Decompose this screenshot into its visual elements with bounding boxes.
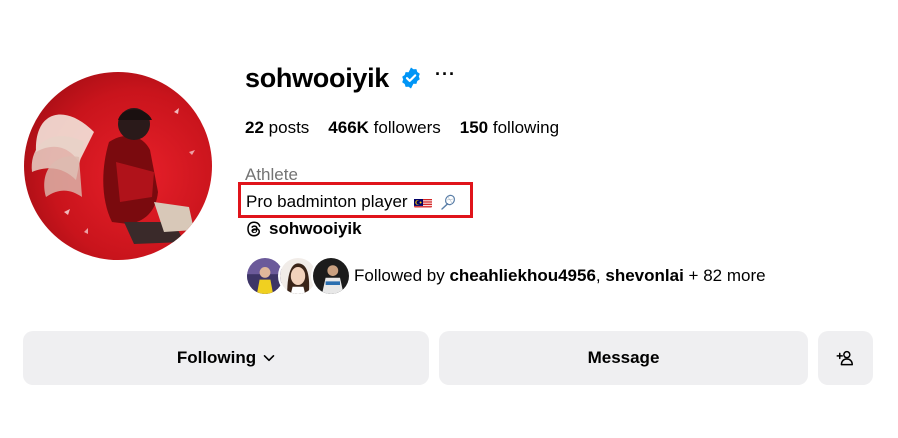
profile-page: sohwooiyik ··· 22 posts 466K followers 1… <box>0 0 898 438</box>
mutual-follower-2[interactable]: shevonlai <box>605 266 683 285</box>
suggested-accounts-button[interactable] <box>818 331 873 385</box>
profile-stats: 22 posts 466K followers 150 following <box>245 118 578 138</box>
more-options-icon[interactable]: ··· <box>435 65 456 91</box>
threads-logo-icon <box>247 221 261 237</box>
followers-label: followers <box>373 118 441 137</box>
followers-stat[interactable]: 466K followers <box>328 118 440 138</box>
followed-by-more: + 82 more <box>688 266 766 285</box>
posts-label: posts <box>268 118 310 137</box>
avatar-illustration <box>31 108 195 244</box>
mutual-followers-avatars <box>245 256 351 296</box>
bio-text: Pro badminton player <box>246 192 408 211</box>
username-row: sohwooiyik ··· <box>245 58 456 98</box>
malaysia-flag-icon <box>413 196 432 208</box>
chevron-down-icon <box>263 355 275 362</box>
mutual-follower-avatar <box>311 256 351 296</box>
username: sohwooiyik <box>245 62 390 93</box>
followers-count: 466K <box>328 118 369 137</box>
followed-by-text: Followed by cheahliekhou4956, shevonlai … <box>354 266 766 286</box>
verified-badge-icon <box>399 66 423 90</box>
add-person-icon <box>836 350 853 366</box>
badminton-racket-icon <box>440 194 456 210</box>
following-button[interactable]: Following <box>23 331 429 385</box>
profile-bio: Pro badminton player <box>246 192 456 212</box>
followed-by-prefix: Followed by <box>354 266 445 285</box>
posts-stat[interactable]: 22 posts <box>245 118 309 138</box>
following-count: 150 <box>459 118 489 137</box>
profile-avatar[interactable] <box>24 72 212 260</box>
following-button-label: Following <box>176 348 257 367</box>
following-label: following <box>492 118 560 137</box>
threads-link[interactable]: sohwooiyik <box>245 219 362 239</box>
threads-handle: sohwooiyik <box>269 219 362 238</box>
mutual-follower-1[interactable]: cheahliekhou4956 <box>449 266 595 285</box>
followed-by-row[interactable]: Followed by cheahliekhou4956, shevonlai … <box>245 256 766 296</box>
posts-count: 22 <box>245 118 264 137</box>
following-stat[interactable]: 150 following <box>460 118 559 138</box>
message-button[interactable]: Message <box>439 331 808 385</box>
followed-by-separator: , <box>595 266 601 285</box>
message-button-label: Message <box>587 348 660 367</box>
